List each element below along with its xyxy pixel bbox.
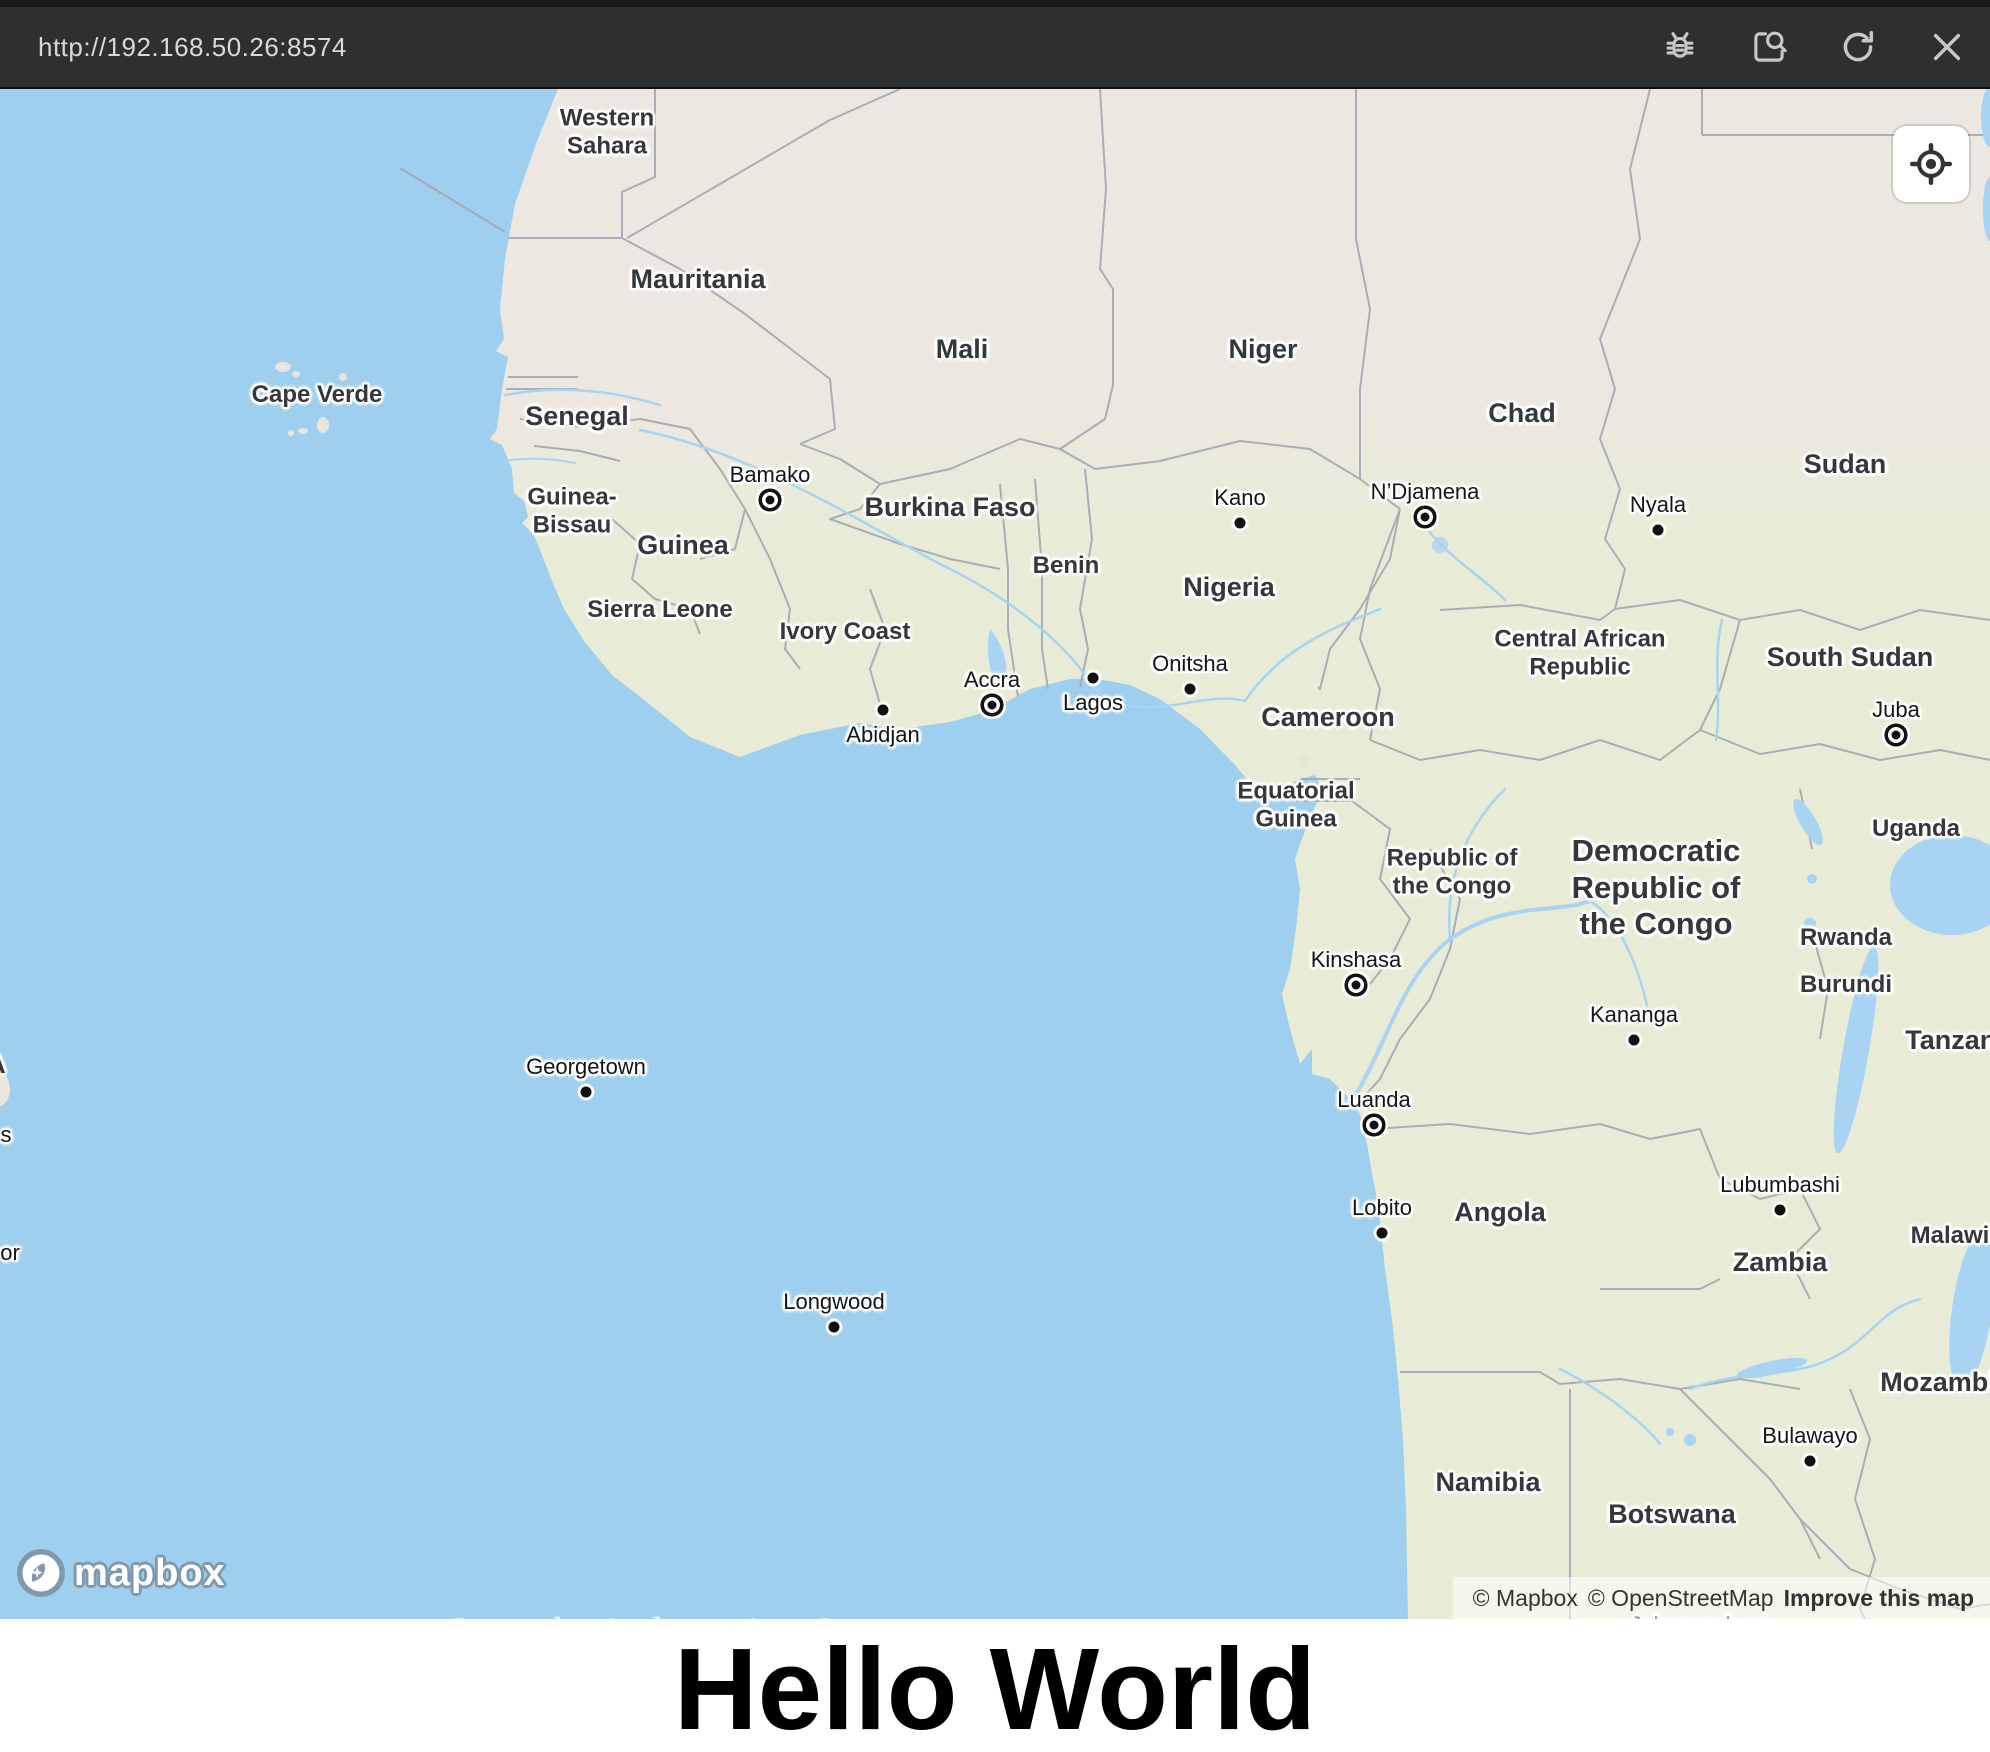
map-attribution: © Mapbox © OpenStreetMap Improve this ma… — [1453, 1577, 1990, 1619]
geolocate-icon — [1906, 139, 1956, 189]
page-title: Hello World — [674, 1625, 1316, 1747]
browser-top-bar: http://192.168.50.26:8574 — [0, 0, 1990, 89]
page-content: Hello World — [0, 1619, 1990, 1752]
attribution-mapbox-link[interactable]: © Mapbox — [1473, 1585, 1578, 1612]
browser-actions — [1659, 26, 1990, 68]
mapbox-wordmark: mapbox — [74, 1552, 226, 1595]
map-terrain — [0, 89, 1990, 1619]
inspect-page-icon[interactable] — [1748, 26, 1790, 68]
map-canvas[interactable]: WesternSaharaMauritaniaCape VerdeSenegal… — [0, 89, 1990, 1619]
bug-icon[interactable] — [1659, 26, 1701, 68]
reload-icon[interactable] — [1837, 26, 1879, 68]
mapbox-logo[interactable]: mapbox — [16, 1547, 226, 1599]
mapbox-logo-icon — [16, 1548, 66, 1598]
attribution-osm-link[interactable]: © OpenStreetMap — [1588, 1585, 1774, 1612]
geolocate-button[interactable] — [1893, 126, 1969, 202]
address-bar[interactable]: http://192.168.50.26:8574 — [38, 32, 347, 63]
attribution-improve-link[interactable]: Improve this map — [1784, 1585, 1974, 1612]
close-icon[interactable] — [1926, 26, 1968, 68]
